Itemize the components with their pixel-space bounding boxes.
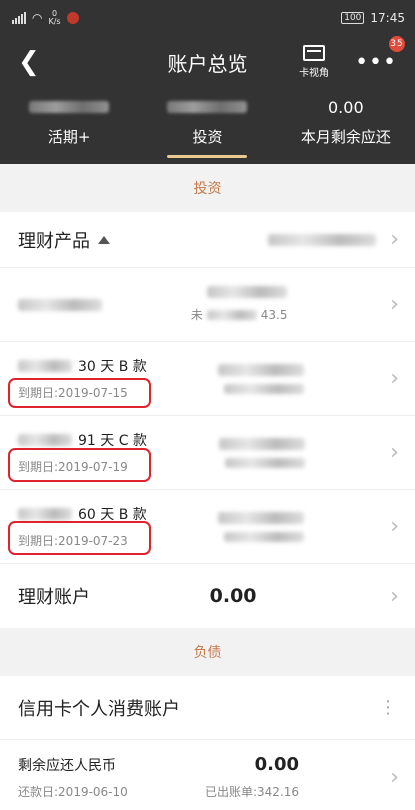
masked-total — [268, 233, 377, 246]
battery-icon: 100 — [341, 12, 365, 24]
highlight-box — [8, 521, 151, 555]
chevron-right-icon: › — [390, 514, 399, 539]
masked-subtext — [224, 457, 305, 468]
wealth-account-row[interactable]: 理财账户 0.00 › — [0, 564, 415, 628]
more-dots-icon: ••• — [355, 49, 397, 75]
card-view-label: 卡视角 — [299, 68, 330, 79]
product-name: 30 天 B 款 — [78, 359, 147, 375]
section-title-debt: 负债 — [0, 628, 415, 676]
tab-monthly-due[interactable]: 0.00 本月剩余应还 — [277, 88, 415, 164]
credit-account-title: 信用卡个人消费账户 — [18, 698, 180, 720]
masked-subtext — [224, 531, 305, 542]
chevron-right-icon: › — [390, 440, 399, 465]
masked-amount — [207, 286, 288, 298]
wifi-icon: ◠ — [32, 11, 43, 25]
wealth-account-label: 理财账户 — [18, 587, 90, 608]
net-speed: 0 K/s — [48, 9, 61, 26]
clock: 17:45 — [370, 11, 405, 25]
product-row[interactable]: 30 天 B 款 到期日:2019-07-15 › — [0, 342, 415, 416]
message-count-badge: 35 — [389, 35, 405, 52]
caret-up-icon — [98, 235, 110, 244]
top-dark-area: ◠ 0K/s 100 17:45 ❮ 账户总览 卡视角 ••• 35 活期+ — [0, 0, 415, 164]
masked-product-prefix — [18, 360, 72, 372]
partial-label: 未 — [190, 308, 203, 322]
product-row[interactable]: 91 天 C 款 到期日:2019-07-19 › — [0, 416, 415, 490]
section-title-investment: 投资 — [0, 164, 415, 212]
credit-card-card: 信用卡个人消费账户 ⋮ 剩余应还人民币 还款日:2019-06-10 0.00 … — [0, 676, 415, 810]
wealth-products-card: 理财产品 › 未 43.5 › 30 天 B 款 到期日:2019-07-15 … — [0, 212, 415, 628]
partial-amount: 43.5 — [260, 307, 288, 322]
signal-icon — [12, 12, 26, 24]
masked-subtext — [224, 383, 305, 394]
chevron-right-icon: › — [390, 292, 399, 317]
nav-header: ❮ 账户总览 卡视角 ••• 35 — [0, 35, 415, 88]
remaining-due-amount: 0.00 — [254, 754, 300, 775]
status-bar: ◠ 0 K/s 100 17:45 — [0, 0, 415, 36]
highlight-box — [8, 378, 151, 408]
tab-investment[interactable]: 投资 — [138, 88, 276, 164]
card-icon — [303, 45, 326, 61]
credit-balance-row[interactable]: 剩余应还人民币 还款日:2019-06-10 0.00 已出账单:342.16 … — [0, 740, 415, 810]
tab-label: 投资 — [192, 128, 223, 146]
credit-account-header: 信用卡个人消费账户 ⋮ — [0, 676, 415, 740]
chevron-right-icon: › — [390, 366, 399, 391]
app-notification-icon — [66, 12, 79, 24]
masked-value — [29, 101, 110, 113]
product-row[interactable]: 未 43.5 › — [0, 268, 415, 342]
product-name: 91 天 C 款 — [78, 433, 147, 449]
masked-amount — [218, 363, 305, 376]
remaining-due-label: 剩余应还人民币 — [18, 757, 116, 774]
masked-value — [167, 101, 248, 113]
product-row[interactable]: 60 天 B 款 到期日:2019-07-23 › — [0, 490, 415, 564]
back-arrow-icon[interactable]: ❮ — [18, 47, 48, 77]
more-menu-button[interactable]: ••• 35 — [355, 35, 405, 75]
wealth-products-header[interactable]: 理财产品 › — [0, 212, 415, 268]
masked-product-prefix — [18, 434, 72, 446]
highlight-box — [8, 448, 151, 482]
masked-amount — [218, 437, 305, 450]
masked-text — [206, 309, 257, 320]
tab-value: 0.00 — [328, 98, 364, 117]
more-vertical-icon[interactable]: ⋮ — [379, 697, 397, 718]
chevron-right-icon: › — [390, 583, 399, 609]
tab-label: 本月剩余应还 — [300, 128, 391, 146]
chevron-right-icon: › — [390, 227, 399, 252]
tab-label: 活期+ — [47, 128, 91, 146]
billed-amount: 已出账单:342.16 — [204, 785, 300, 799]
card-view-button[interactable]: 卡视角 — [299, 45, 329, 79]
chevron-right-icon: › — [390, 764, 399, 790]
tab-current-deposit[interactable]: 活期+ — [0, 88, 138, 164]
masked-amount — [218, 511, 305, 524]
repayment-date: 还款日:2019-06-10 — [18, 784, 128, 799]
wealth-products-label: 理财产品 — [18, 230, 90, 252]
masked-product-prefix — [18, 508, 72, 520]
wealth-account-amount: 0.00 — [209, 585, 257, 607]
account-tabs: 活期+ 投资 0.00 本月剩余应还 — [0, 88, 415, 164]
masked-product-name — [18, 298, 102, 311]
